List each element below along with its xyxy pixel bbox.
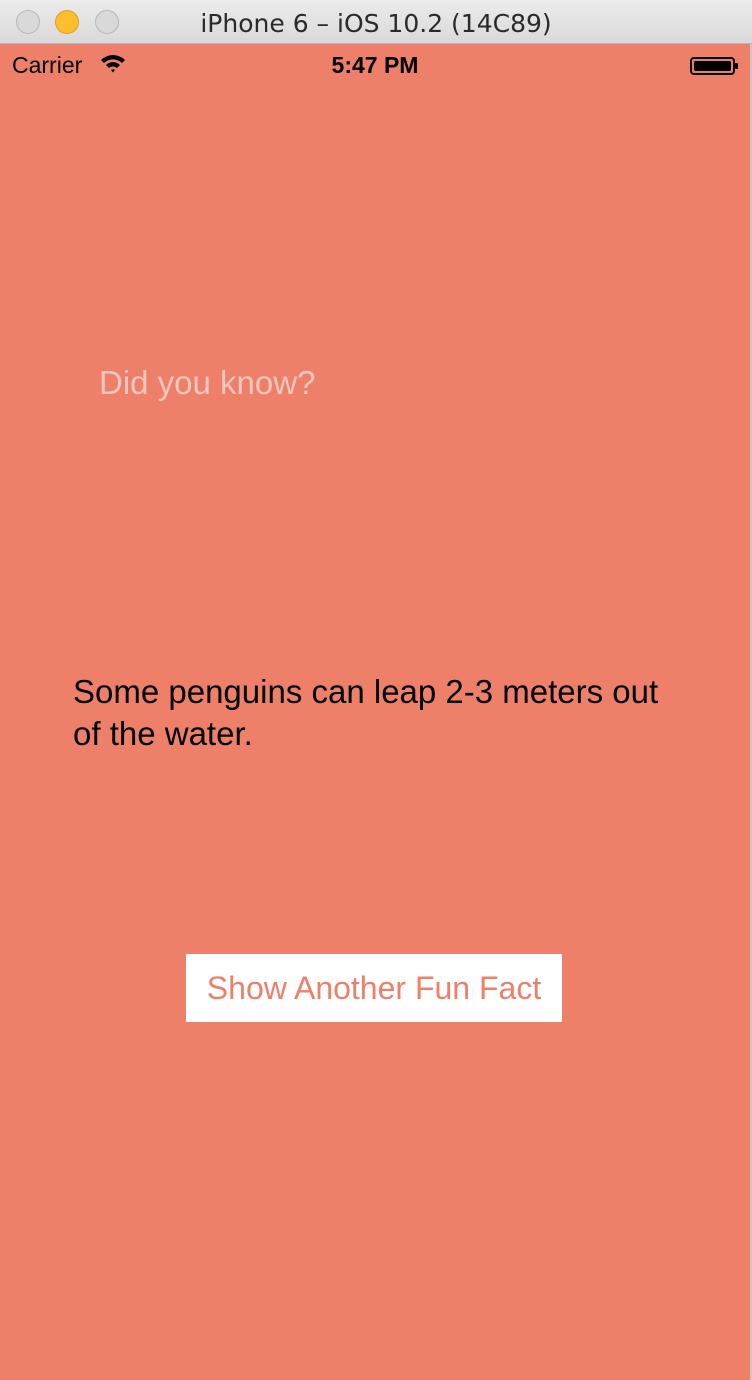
app-screen: Carrier 5:47 PM Did you know? Some pengu… — [0, 44, 750, 1380]
window-titlebar: iPhone 6 – iOS 10.2 (14C89) — [0, 0, 752, 44]
window-title: iPhone 6 – iOS 10.2 (14C89) — [200, 9, 552, 38]
show-another-fun-fact-button[interactable]: Show Another Fun Fact — [186, 954, 562, 1022]
did-you-know-label: Did you know? — [99, 364, 316, 401]
status-bar: Carrier 5:47 PM — [0, 44, 750, 84]
simulator-window: iPhone 6 – iOS 10.2 (14C89) Carrier 5:47… — [0, 0, 752, 1380]
status-time: 5:47 PM — [331, 52, 419, 78]
fun-fact-text: Some penguins can leap 2-3 meters out of… — [73, 673, 659, 752]
battery-icon — [690, 57, 738, 75]
